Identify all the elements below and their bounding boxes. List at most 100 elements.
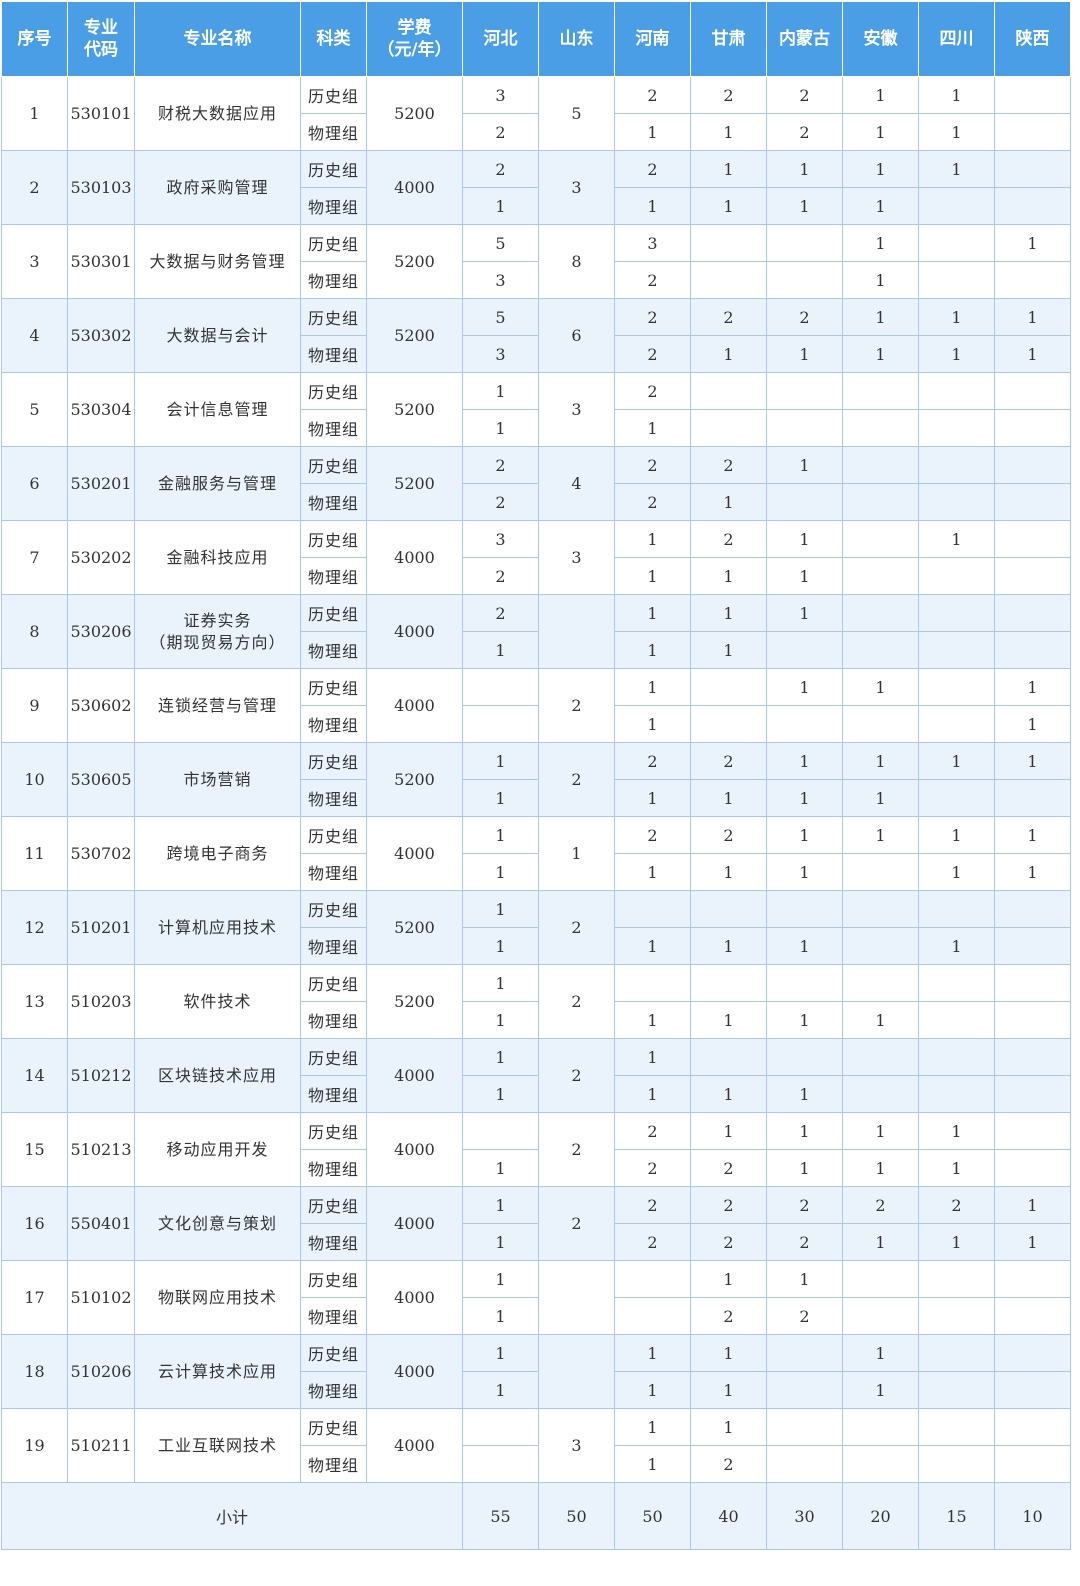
cell-fee: 4000: [366, 1260, 463, 1335]
cell-subject-physics: 物理组: [300, 409, 367, 447]
cell-neimenggu: [766, 1038, 843, 1076]
cell-sichuan: 1: [918, 335, 995, 373]
cell-henan: 1: [614, 1445, 691, 1483]
cell-shaanxi: [994, 187, 1071, 225]
cell-subject-history: 历史组: [300, 150, 367, 188]
cell-gansu: 2: [690, 1149, 767, 1187]
cell-gansu: 2: [690, 1186, 767, 1224]
cell-shaanxi: [994, 779, 1071, 817]
cell-henan: 2: [614, 298, 691, 336]
cell-no: 18: [1, 1334, 68, 1409]
cell-subject-history: 历史组: [300, 1334, 367, 1372]
cell-anhui: 1: [842, 742, 919, 780]
cell-sichuan: 1: [918, 742, 995, 780]
cell-neimenggu: 1: [766, 1149, 843, 1187]
cell-neimenggu: [766, 964, 843, 1002]
cell-henan: 1: [614, 927, 691, 965]
cell-gansu: 1: [690, 594, 767, 632]
cell-neimenggu: 1: [766, 520, 843, 558]
cell-hebei: 2: [462, 113, 539, 151]
cell-sichuan: [918, 1334, 995, 1372]
header-cell-name: 专业名称: [134, 1, 301, 77]
cell-gansu: 2: [690, 298, 767, 336]
cell-shaanxi: 1: [994, 705, 1071, 743]
cell-hebei: 1: [462, 1075, 539, 1113]
cell-subject-history: 历史组: [300, 224, 367, 262]
cell-gansu: 2: [690, 520, 767, 558]
table-row: 5 530304 会计信息管理 历史组 5200 1 3 2: [1, 372, 1071, 447]
header-cell-sichuan: 四川: [918, 1, 995, 77]
cell-neimenggu: [766, 372, 843, 410]
cell-hebei: 1: [462, 1297, 539, 1335]
cell-henan: 1: [614, 1038, 691, 1076]
cell-code: 530702: [67, 816, 135, 891]
cell-code: 530101: [67, 76, 135, 151]
cell-subject-physics: 物理组: [300, 1001, 367, 1039]
cell-neimenggu: 1: [766, 1260, 843, 1298]
cell-hebei: 1: [462, 1223, 539, 1261]
cell-gansu: 1: [690, 1408, 767, 1446]
cell-no: 10: [1, 742, 68, 817]
cell-anhui: 1: [842, 816, 919, 854]
cell-code: 510206: [67, 1334, 135, 1409]
cell-neimenggu: 1: [766, 557, 843, 595]
cell-anhui: 1: [842, 150, 919, 188]
cell-sichuan: [918, 890, 995, 928]
cell-shandong: 5: [538, 76, 615, 151]
header-cell-shaanxi: 陕西: [994, 1, 1071, 77]
cell-subject-history: 历史组: [300, 890, 367, 928]
cell-code: 530201: [67, 446, 135, 521]
cell-anhui: 1: [842, 187, 919, 225]
header-cell-gansu: 甘肃: [690, 1, 767, 77]
cell-subject-physics: 物理组: [300, 779, 367, 817]
cell-major-name: 工业互联网技术: [134, 1408, 301, 1483]
cell-fee: 5200: [366, 224, 463, 299]
cell-subject-physics: 物理组: [300, 1223, 367, 1261]
cell-fee: 4000: [366, 816, 463, 891]
cell-anhui: [842, 1038, 919, 1076]
cell-shaanxi: [994, 446, 1071, 484]
cell-anhui: 1: [842, 261, 919, 299]
cell-henan: [614, 890, 691, 928]
cell-henan: 3: [614, 224, 691, 262]
cell-sichuan: [918, 483, 995, 521]
cell-shaanxi: [994, 1334, 1071, 1372]
cell-henan: 1: [614, 409, 691, 447]
cell-subject-physics: 物理组: [300, 557, 367, 595]
cell-major-name: 跨境电子商务: [134, 816, 301, 891]
cell-henan: 2: [614, 150, 691, 188]
cell-anhui: [842, 631, 919, 669]
cell-gansu: 1: [690, 187, 767, 225]
cell-anhui: [842, 372, 919, 410]
cell-hebei: 1: [462, 927, 539, 965]
cell-gansu: 1: [690, 631, 767, 669]
cell-henan: 2: [614, 76, 691, 114]
cell-sichuan: [918, 594, 995, 632]
cell-shaanxi: [994, 1001, 1071, 1039]
cell-gansu: [690, 890, 767, 928]
cell-sichuan: [918, 1001, 995, 1039]
table-row: 15 510213 移动应用开发 历史组 4000 2 2 1 1 1 1: [1, 1112, 1071, 1187]
header-cell-shandong: 山东: [538, 1, 615, 77]
cell-subject-history: 历史组: [300, 446, 367, 484]
cell-hebei: 1: [462, 187, 539, 225]
cell-major-name: 移动应用开发: [134, 1112, 301, 1187]
cell-henan: 2: [614, 1186, 691, 1224]
cell-no: 13: [1, 964, 68, 1039]
cell-gansu: 2: [690, 1445, 767, 1483]
cell-neimenggu: [766, 409, 843, 447]
subtotal-sichuan: 15: [918, 1482, 995, 1550]
cell-major-name: 市场营销: [134, 742, 301, 817]
cell-neimenggu: 2: [766, 1186, 843, 1224]
cell-shaanxi: [994, 1408, 1071, 1446]
cell-anhui: 1: [842, 668, 919, 706]
cell-shaanxi: [994, 1260, 1071, 1298]
cell-henan: 1: [614, 1408, 691, 1446]
cell-code: 530602: [67, 668, 135, 743]
cell-hebei: 1: [462, 890, 539, 928]
cell-fee: 5200: [366, 890, 463, 965]
cell-anhui: 1: [842, 1149, 919, 1187]
cell-neimenggu: 2: [766, 1297, 843, 1335]
cell-hebei: 2: [462, 446, 539, 484]
header-cell-hebei: 河北: [462, 1, 539, 77]
